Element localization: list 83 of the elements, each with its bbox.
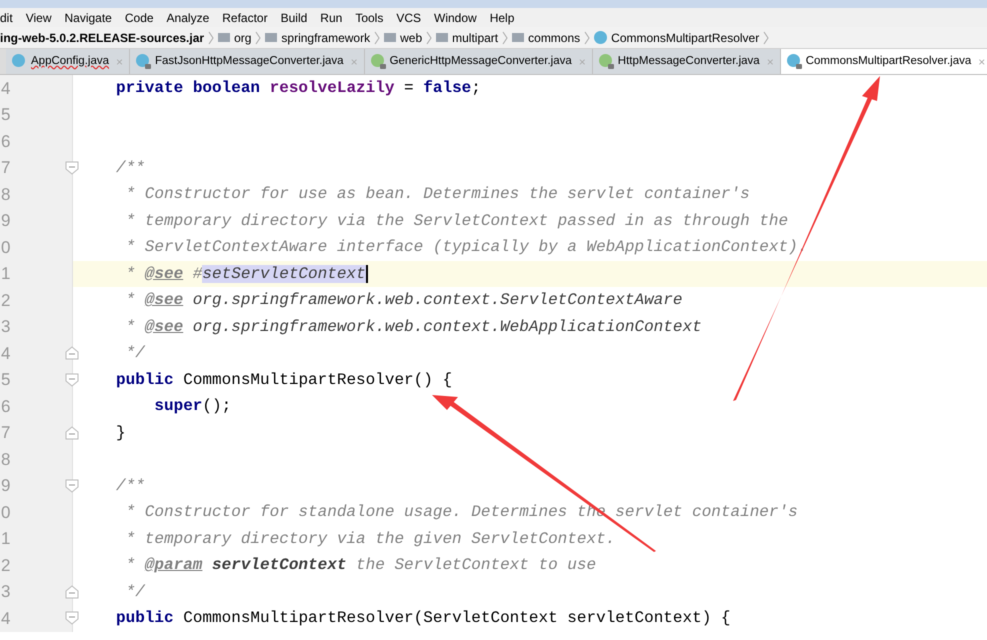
fold-icon[interactable]: [65, 372, 79, 386]
folder-icon: [436, 33, 448, 42]
menu-item[interactable]: Tools: [355, 8, 384, 26]
folder-icon: [384, 33, 396, 42]
line-number: 8: [1, 184, 10, 206]
chevron-icon: [763, 30, 770, 44]
menu-item[interactable]: Code: [124, 8, 154, 26]
line-number: 4: [1, 608, 10, 630]
code-line: */: [126, 582, 145, 603]
fold-icon[interactable]: [65, 346, 79, 360]
menu-item[interactable]: VCS: [396, 8, 422, 26]
chevron-icon: [502, 30, 508, 44]
code-line: * ServletContextAware interface (typically by a WebApplicationContext).: [126, 237, 808, 258]
line-number: 3: [1, 581, 10, 603]
code-line: * temporary directory via the given ServletContext.: [126, 528, 616, 550]
line-number: 9: [1, 210, 10, 232]
folder-icon: [512, 33, 524, 42]
folder-icon: [265, 33, 278, 42]
breadcrumb-item[interactable]: springframework: [281, 28, 370, 46]
line-number: 1: [1, 528, 10, 550]
chevron-icon: [255, 30, 262, 44]
code-line: * temporary directory via the ServletContext passed in as through the: [126, 210, 788, 232]
code-line: public CommonsMultipartResolver() {: [116, 370, 452, 391]
breadcrumb-item[interactable]: CommonsMultipartResolver: [611, 28, 760, 46]
line-number: 3: [1, 316, 10, 338]
code-line: /**: [116, 158, 145, 179]
class-icon: [594, 31, 608, 44]
menu-item[interactable]: Window: [434, 8, 477, 26]
breadcrumb-item[interactable]: org: [234, 28, 252, 46]
code-line: private boolean resolveLazily = false;: [116, 78, 481, 100]
code-line: * Constructor for use as bean. Determines the servlet container's: [126, 184, 750, 206]
line-number: 4: [1, 78, 10, 100]
line-number: 0: [1, 236, 10, 258]
fold-icon[interactable]: [65, 426, 79, 440]
line-number: 1: [1, 263, 10, 285]
line-number: 5: [1, 369, 10, 391]
menu-item[interactable]: Refactor: [222, 8, 268, 26]
menu-item[interactable]: Help: [490, 8, 514, 26]
code-line: * @param servletContext the ServletContext to use: [126, 555, 596, 576]
menu-item[interactable]: View: [26, 8, 52, 26]
line-number: 7: [1, 157, 10, 179]
code-line: * @see org.springframework.web.context.WebApplicationContext: [126, 316, 702, 338]
editor-tab[interactable]: GenericHttpMessageConverter.java ×: [364, 49, 593, 74]
text-cursor: [366, 264, 368, 283]
line-number: 6: [1, 130, 10, 152]
code-line: */: [126, 343, 145, 364]
code-line: }: [116, 422, 126, 444]
editor-tab[interactable]: FastJsonHttpMessageConverter.java ×: [130, 49, 365, 74]
editor-tab[interactable]: HttpMessageConverter.java ×: [592, 49, 781, 74]
line-number: 0: [1, 502, 10, 524]
code-line: * @see #setServletContext: [126, 264, 366, 285]
editor-tab[interactable]: CommonsMultipartResolver.java ×: [780, 49, 987, 74]
breadcrumb-item[interactable]: multipart: [452, 28, 498, 46]
fold-icon[interactable]: [65, 584, 79, 598]
menu-item[interactable]: Navigate: [64, 8, 112, 26]
chevron-icon: [374, 30, 380, 44]
breadcrumb-item[interactable]: web: [400, 28, 422, 46]
menu-item[interactable]: Run: [320, 8, 342, 26]
fold-icon[interactable]: [65, 478, 79, 492]
line-number: 2: [1, 290, 10, 312]
fold-icon[interactable]: [65, 160, 79, 174]
code-line: super();: [154, 396, 232, 418]
chevron-icon: [584, 30, 590, 44]
line-number: 6: [1, 396, 10, 418]
code-line: /**: [116, 476, 145, 497]
line-number: 4: [1, 342, 10, 364]
line-number: 2: [1, 554, 10, 576]
fold-icon[interactable]: [65, 611, 79, 625]
menu-item[interactable]: Analyze: [166, 8, 210, 26]
code-line: * @see org.springframework.web.context.ServletContextAware: [126, 290, 682, 312]
line-number: 9: [1, 475, 10, 497]
code-line: public CommonsMultipartResolver(ServletContext servletContext) {: [116, 608, 731, 630]
chevron-icon: [426, 30, 432, 44]
breadcrumb-item[interactable]: ing-web-5.0.2.RELEASE-sources.jar: [0, 28, 204, 46]
menu-item[interactable]: dit: [0, 8, 13, 26]
line-number: 8: [1, 448, 10, 470]
menu-item[interactable]: Build: [280, 8, 308, 26]
chevron-icon: [208, 30, 214, 44]
editor-tab[interactable]: AppConfig.java ×: [6, 49, 130, 74]
line-number: 7: [1, 422, 10, 444]
breadcrumb-item[interactable]: commons: [528, 28, 580, 46]
line-number: 5: [1, 104, 10, 126]
folder-icon: [218, 33, 230, 42]
